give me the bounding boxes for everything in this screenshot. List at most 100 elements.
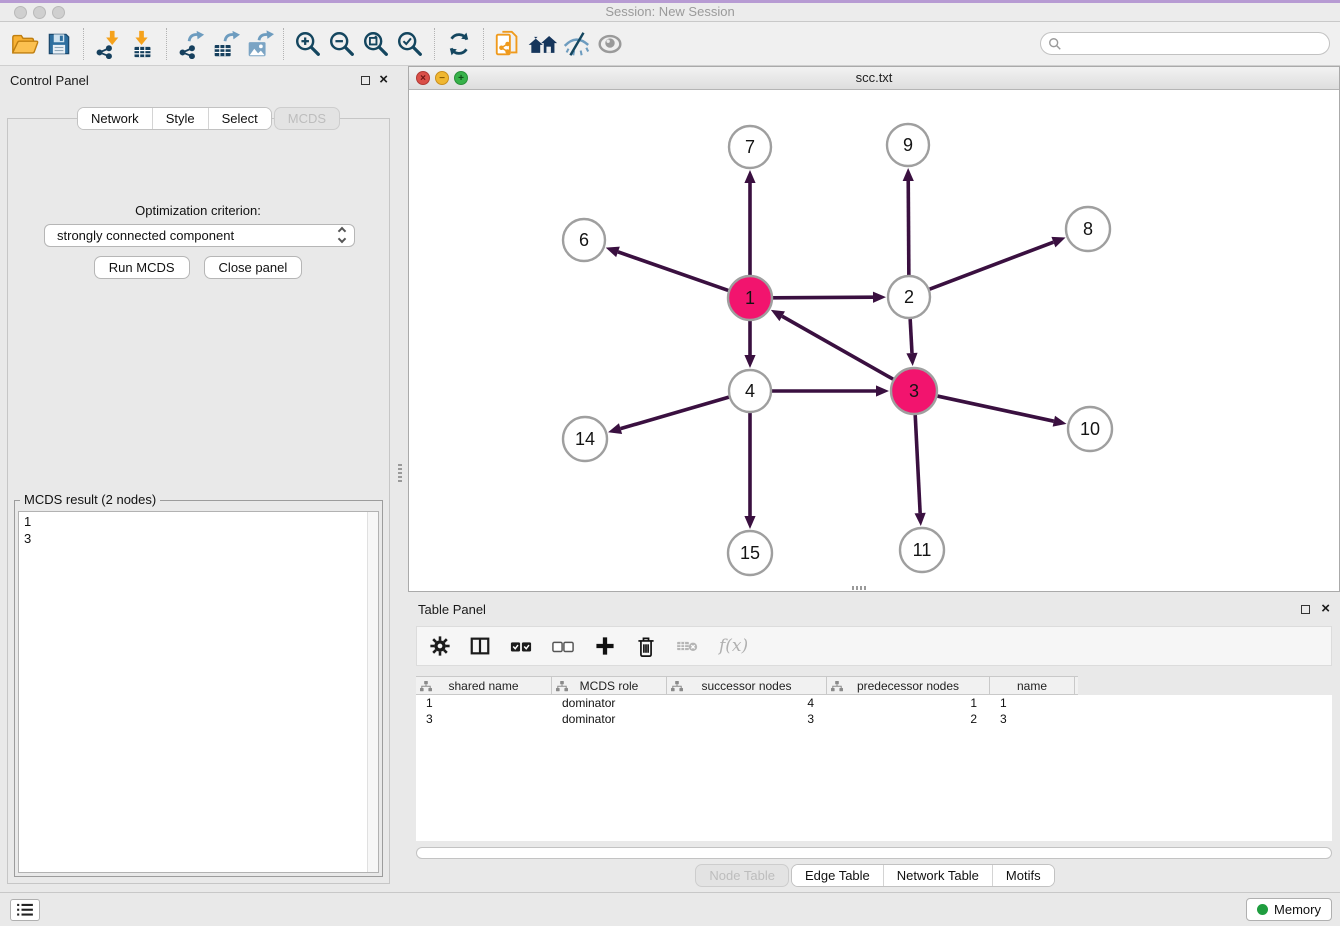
graph-edge-4-14[interactable] [608,397,729,434]
network-canvas[interactable]: 7 9 6 8 1 2 4 3 14 10 15 11 [409,90,1339,591]
graph-edge-3-1[interactable] [771,310,893,379]
home-button[interactable] [525,27,559,61]
minimize-window-icon[interactable] [33,6,46,19]
table-row[interactable]: 3dominator323 [416,711,1332,727]
table-toolbar: f(x) [416,626,1332,666]
tab-node-table[interactable]: Node Table [695,864,789,887]
table-row[interactable]: 1dominator411 [416,695,1332,711]
graph-edge-1-6[interactable] [606,247,729,291]
mcds-result-textarea[interactable]: 13 [18,511,379,873]
network-resize-handle[interactable] [852,586,868,590]
graph-edge-4-15[interactable] [744,413,755,529]
table-cell[interactable]: 4 [667,695,827,711]
graph-node-9[interactable]: 9 [887,124,929,166]
add-column-button[interactable] [593,634,617,658]
svg-text:3: 3 [909,381,919,401]
open-session-button[interactable] [8,27,42,61]
table-cell[interactable]: 1 [827,695,990,711]
graph-node-3[interactable]: 3 [891,368,937,414]
graph-edge-2-3[interactable] [906,319,917,366]
float-panel-icon[interactable] [361,76,370,85]
graph-node-11[interactable]: 11 [900,528,944,572]
export-image-button[interactable] [242,27,276,61]
table-cell[interactable]: 1 [990,695,1075,711]
tab-network-table[interactable]: Network Table [884,865,993,886]
table-cell[interactable]: 3 [416,711,552,727]
graph-node-10[interactable]: 10 [1068,407,1112,451]
maximize-network-icon[interactable]: + [454,71,468,85]
svg-text:2: 2 [904,287,914,307]
graph-node-2[interactable]: 2 [888,276,930,318]
delete-table-button-disabled[interactable] [675,636,701,656]
export-network-button[interactable] [174,27,208,61]
close-table-panel-icon[interactable]: × [1321,600,1330,617]
column-header-shared-name[interactable]: shared name [416,677,552,694]
show-graphics-details-button[interactable] [593,27,627,61]
memory-button[interactable]: Memory [1246,898,1332,921]
import-network-button[interactable] [91,27,125,61]
graph-node-1[interactable]: 1 [728,276,772,320]
table-cell[interactable]: 3 [667,711,827,727]
result-scrollbar[interactable] [367,512,378,872]
criterion-select[interactable]: strongly connected component [44,224,355,247]
deselect-all-button[interactable] [551,635,575,657]
graph-edge-2-8[interactable] [930,237,1066,289]
table-cell[interactable]: dominator [552,695,667,711]
column-header-successor-nodes[interactable]: successor nodes [667,677,827,694]
close-window-icon[interactable] [14,6,27,19]
graph-node-4[interactable]: 4 [729,370,771,412]
float-table-panel-icon[interactable] [1301,605,1310,614]
table-cell[interactable]: 1 [416,695,552,711]
graph-edge-1-4[interactable] [744,321,755,368]
graph-edge-3-10[interactable] [937,396,1066,427]
tab-motifs[interactable]: Motifs [993,865,1054,886]
export-table-button[interactable] [208,27,242,61]
zoom-in-button[interactable] [291,27,325,61]
column-header-MCDS-role[interactable]: MCDS role [552,677,667,694]
zoom-out-button[interactable] [325,27,359,61]
close-panel-icon[interactable]: × [379,71,388,88]
import-table-button[interactable] [125,27,159,61]
graph-edge-1-2[interactable] [773,292,886,303]
zoom-selected-button[interactable] [393,27,427,61]
edge-arrowhead-icon [873,292,886,303]
table-settings-button[interactable] [429,635,451,657]
panel-divider-handle[interactable] [398,464,402,482]
graph-node-14[interactable]: 14 [563,417,607,461]
search-input[interactable] [1040,32,1330,55]
table-horizontal-scrollbar[interactable] [416,847,1332,859]
tab-network[interactable]: Network [78,108,153,129]
select-all-button[interactable] [509,635,533,657]
table-cell[interactable]: dominator [552,711,667,727]
tab-mcds[interactable]: MCDS [274,107,340,130]
column-header-name[interactable]: name [990,677,1075,694]
graph-node-6[interactable]: 6 [563,219,605,261]
table-cell[interactable]: 2 [827,711,990,727]
zoom-window-icon[interactable] [52,6,65,19]
close-network-icon[interactable]: × [416,71,430,85]
refresh-view-button[interactable] [442,27,476,61]
graph-node-7[interactable]: 7 [729,126,771,168]
close-panel-button[interactable]: Close panel [204,256,303,279]
column-header-predecessor-nodes[interactable]: predecessor nodes [827,677,990,694]
table-cell[interactable]: 3 [990,711,1075,727]
tab-select[interactable]: Select [209,108,271,129]
hide-panels-button[interactable] [559,27,593,61]
graph-edge-4-3[interactable] [772,385,889,396]
fit-content-button[interactable] [359,27,393,61]
graph-edge-2-9[interactable] [903,168,914,275]
function-builder-button-disabled[interactable]: f(x) [719,636,748,656]
tab-edge-table[interactable]: Edge Table [792,865,884,886]
graph-edge-1-7[interactable] [744,170,755,275]
new-network-button[interactable] [491,27,525,61]
task-history-button[interactable] [10,899,40,921]
toggle-panel-layout-button[interactable] [469,635,491,657]
graph-node-8[interactable]: 8 [1066,207,1110,251]
minimize-network-icon[interactable]: − [435,71,449,85]
graph-edge-3-11[interactable] [915,415,926,526]
delete-column-button[interactable] [635,634,657,658]
run-mcds-button[interactable]: Run MCDS [94,256,190,279]
graph-node-15[interactable]: 15 [728,531,772,575]
tab-style[interactable]: Style [153,108,209,129]
save-session-button[interactable] [42,27,76,61]
